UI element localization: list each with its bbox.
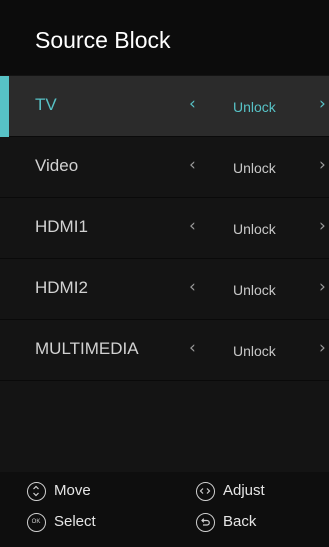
hint-adjust: Adjust	[196, 480, 265, 502]
source-label: MULTIMEDIA	[35, 339, 139, 358]
chevron-right-icon[interactable]: ›	[319, 276, 326, 298]
source-row-multimedia[interactable]: MULTIMEDIA ‹ Unlock ›	[0, 320, 329, 381]
chevron-left-icon[interactable]: ‹	[189, 215, 196, 237]
chevron-left-icon[interactable]: ‹	[189, 337, 196, 359]
chevron-right-icon[interactable]: ›	[319, 337, 326, 359]
footer-hints: Move Adjust OK Select Back	[0, 472, 329, 547]
hint-move-label: Move	[54, 482, 91, 499]
source-label: HDMI1	[35, 217, 88, 236]
hint-adjust-label: Adjust	[223, 482, 265, 499]
source-value: Unlock	[233, 221, 276, 237]
header: Source Block	[0, 0, 329, 75]
source-list: TV ‹ Unlock › Video ‹ Unlock › HDMI1 ‹ U…	[0, 76, 329, 381]
hint-back: Back	[196, 511, 256, 533]
chevron-left-icon[interactable]: ‹	[189, 276, 196, 298]
source-row-video[interactable]: Video ‹ Unlock ›	[0, 137, 329, 198]
chevron-right-icon[interactable]: ›	[319, 215, 326, 237]
source-value: Unlock	[233, 99, 276, 115]
source-value: Unlock	[233, 282, 276, 298]
source-label: TV	[35, 95, 57, 114]
left-right-icon	[196, 481, 215, 501]
up-down-icon	[27, 481, 46, 501]
chevron-right-icon[interactable]: ›	[319, 93, 326, 115]
source-value: Unlock	[233, 343, 276, 359]
source-row-hdmi1[interactable]: HDMI1 ‹ Unlock ›	[0, 198, 329, 259]
source-row-hdmi2[interactable]: HDMI2 ‹ Unlock ›	[0, 259, 329, 320]
chevron-left-icon[interactable]: ‹	[189, 154, 196, 176]
chevron-right-icon[interactable]: ›	[319, 154, 326, 176]
source-row-tv[interactable]: TV ‹ Unlock ›	[0, 76, 329, 137]
hint-select-label: Select	[54, 513, 96, 530]
ok-icon-text: OK	[31, 518, 41, 525]
hint-back-label: Back	[223, 513, 257, 530]
source-block-panel: Source Block TV ‹ Unlock › Video ‹ Unloc…	[0, 0, 329, 547]
chevron-left-icon[interactable]: ‹	[189, 93, 196, 115]
source-label: Video	[35, 156, 79, 175]
hint-select: OK Select	[27, 511, 96, 533]
source-value: Unlock	[233, 160, 276, 176]
back-icon	[196, 512, 215, 532]
hint-move: Move	[27, 480, 91, 502]
source-label: HDMI2	[35, 278, 88, 297]
ok-icon: OK	[27, 512, 46, 532]
selection-indicator	[0, 76, 9, 137]
page-title: Source Block	[35, 27, 171, 53]
